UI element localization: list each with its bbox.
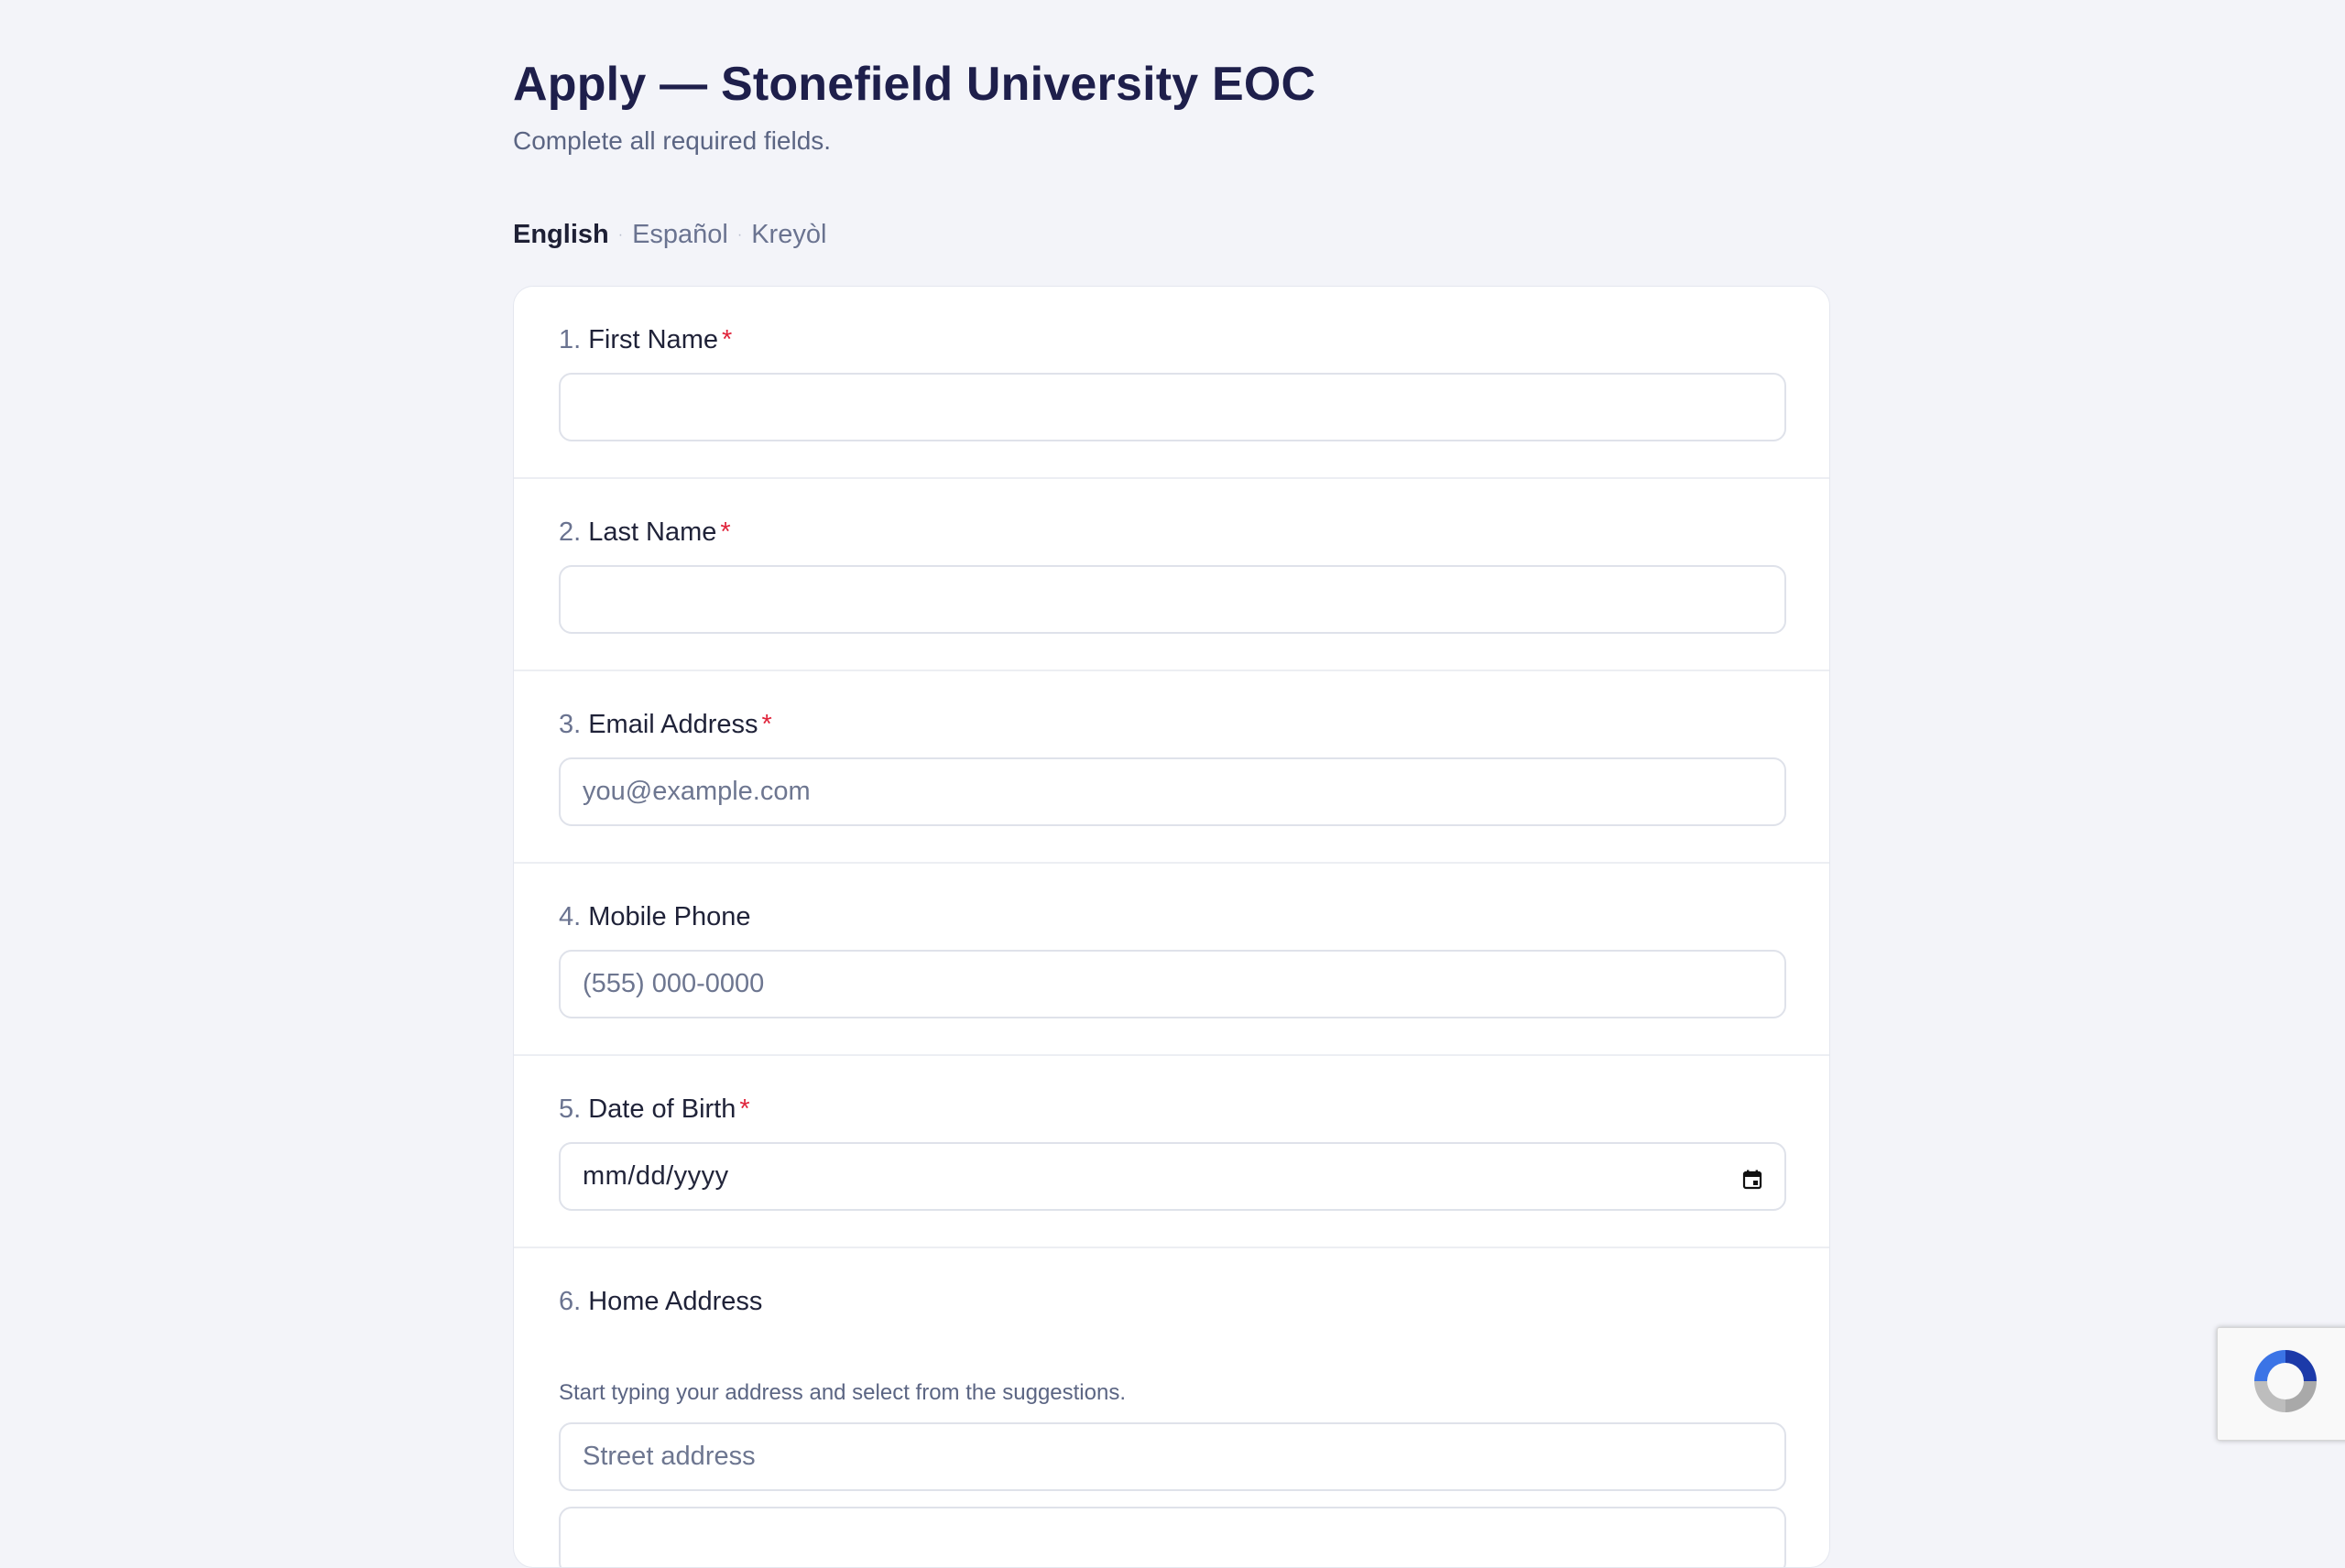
language-english[interactable]: English	[513, 220, 609, 250]
date-of-birth-input[interactable]: mm/dd/yyyy	[559, 1142, 1786, 1211]
question-number: 6.	[559, 1287, 582, 1316]
question-label: 6. Home Address	[559, 1287, 762, 1317]
required-marker: *	[739, 1094, 750, 1124]
application-form: 1. First Name * 2. Last Name * 3. Email …	[513, 286, 1830, 1568]
date-placeholder: mm/dd/yyyy	[583, 1161, 729, 1191]
question-text: Mobile Phone	[588, 902, 751, 931]
question-text: Home Address	[588, 1287, 763, 1316]
street-address-input[interactable]	[559, 1422, 1786, 1491]
question-number: 2.	[559, 517, 582, 547]
question-text: Email Address	[588, 710, 758, 739]
question-label: 3. Email Address *	[559, 710, 772, 740]
question-first-name: 1. First Name *	[514, 287, 1829, 479]
question-home-address: 6. Home Address Start typing your addres…	[514, 1248, 1829, 1567]
question-last-name: 2. Last Name *	[514, 479, 1829, 671]
question-mobile-phone: 4. Mobile Phone	[514, 864, 1829, 1056]
recaptcha-badge[interactable]	[2217, 1327, 2345, 1441]
first-name-input[interactable]	[559, 373, 1786, 441]
required-marker: *	[761, 710, 772, 739]
language-switcher: English · Español · Kreyòl	[513, 220, 826, 250]
question-text: Last Name	[588, 517, 717, 547]
required-marker: *	[721, 325, 733, 354]
page-title: Apply — Stonefield University EOC	[513, 58, 1316, 111]
calendar-icon[interactable]	[1742, 1167, 1762, 1189]
recaptcha-logo-icon	[2254, 1350, 2317, 1412]
question-email: 3. Email Address *	[514, 671, 1829, 864]
question-label: 5. Date of Birth *	[559, 1094, 750, 1125]
mobile-phone-input[interactable]	[559, 950, 1786, 1018]
question-number: 1.	[559, 325, 582, 354]
question-number: 4.	[559, 902, 582, 931]
language-separator: ·	[617, 226, 624, 243]
required-marker: *	[720, 517, 731, 547]
page-subtitle: Complete all required fields.	[513, 126, 832, 155]
question-help-text: Start typing your address and select fro…	[559, 1380, 1126, 1405]
question-text: First Name	[588, 325, 718, 354]
question-number: 5.	[559, 1094, 582, 1124]
question-date-of-birth: 5. Date of Birth * mm/dd/yyyy	[514, 1056, 1829, 1248]
question-number: 3.	[559, 710, 582, 739]
language-kreyol[interactable]: Kreyòl	[751, 220, 826, 250]
language-separator: ·	[736, 226, 743, 243]
email-input[interactable]	[559, 757, 1786, 826]
address-line-2-input[interactable]	[559, 1507, 1786, 1567]
question-label: 1. First Name *	[559, 325, 732, 355]
question-label: 4. Mobile Phone	[559, 902, 751, 932]
language-espanol[interactable]: Español	[632, 220, 728, 250]
last-name-input[interactable]	[559, 565, 1786, 634]
question-text: Date of Birth	[588, 1094, 736, 1124]
question-label: 2. Last Name *	[559, 517, 731, 548]
